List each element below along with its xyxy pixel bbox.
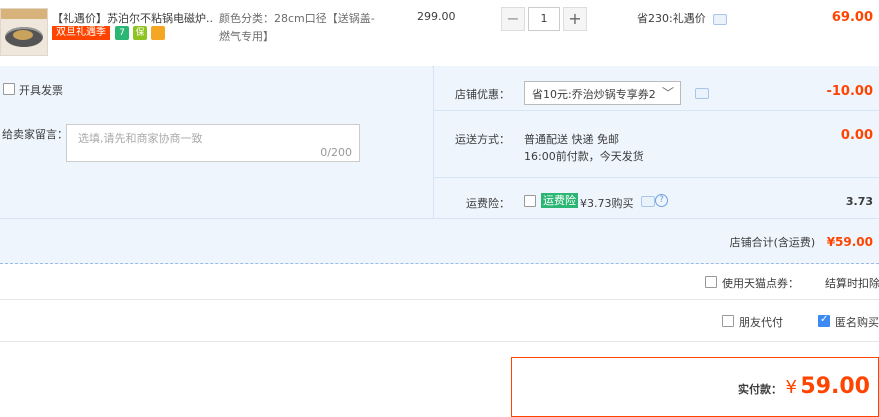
tmall-points-checkbox[interactable] (705, 276, 717, 288)
increase-quantity-button[interactable]: + (563, 7, 587, 31)
section-divider (0, 263, 879, 264)
help-icon[interactable]: ? (655, 194, 668, 207)
friend-pay-checkbox[interactable] (722, 315, 734, 327)
sku-info: 颜色分类：28cm口径【送锅盖- 燃气专用】 (219, 10, 389, 46)
invoice-label: 开具发票 (19, 84, 63, 97)
quantity-input[interactable]: 1 (528, 7, 560, 31)
card-icon (151, 26, 165, 40)
savings-text: 省230:礼遇价 (637, 12, 706, 25)
order-item-row: 【礼遇价】苏泊尔不粘锅电磁炉... 双旦礼遇季 7 保 颜色分类：28cm口径【… (0, 0, 879, 66)
chat-icon[interactable] (713, 13, 728, 25)
shipping-amount: 0.00 (840, 128, 873, 143)
promo-tag: 双旦礼遇季 (52, 26, 110, 40)
insurance-text: ¥3.73购买 (580, 197, 634, 210)
message-counter: 0/200 (320, 146, 352, 159)
anonymous-label: 匿名购买 (835, 316, 879, 329)
product-thumbnail[interactable] (0, 8, 48, 56)
shipping-note: 16:00前付款，今天发货 (524, 150, 644, 163)
shop-total-amount: ¥59.00 (826, 235, 873, 249)
item-subtotal: 69.00 (831, 10, 873, 25)
tmall-points-note: 结算时扣除 (825, 277, 879, 290)
currency-symbol: ¥ (785, 377, 797, 398)
shipping-method: 普通配送 快递 免邮 (524, 133, 619, 146)
shop-total: 店铺合计(含运费) ¥59.00 (690, 234, 873, 250)
sku-line-1: 颜色分类：28cm口径【送锅盖- (219, 12, 375, 25)
actual-pay-box: 实付款： ¥ 59.00 (511, 357, 879, 417)
message-label: 给卖家留言： (2, 128, 68, 141)
chevron-down-icon: ﹀ (661, 86, 674, 100)
product-title[interactable]: 【礼遇价】苏泊尔不粘锅电磁炉... (52, 10, 214, 26)
actual-pay-amount: 59.00 (800, 374, 870, 399)
shipping-label: 运送方式： (455, 133, 510, 146)
insurance-badge: 运费险 (541, 193, 578, 208)
shield-icon: 保 (133, 26, 147, 40)
savings-info: 省230:礼遇价 (637, 10, 728, 26)
shop-coupon-value: 省10元:乔治炒锅专享券2 (532, 88, 656, 101)
shop-coupon-label: 店铺优惠： (455, 88, 510, 101)
invoice-checkbox[interactable] (3, 83, 15, 95)
insurance-amount: 3.73 (845, 195, 873, 208)
actual-pay: 实付款： ¥ 59.00 (738, 374, 870, 399)
friend-pay-label: 朋友代付 (739, 316, 783, 329)
insurance-checkbox[interactable] (524, 195, 536, 207)
seven-days-return-icon: 7 (115, 26, 129, 40)
actual-pay-label: 实付款： (737, 383, 782, 396)
insurance-label: 运费险： (466, 197, 510, 210)
anonymous-checkbox[interactable] (818, 314, 830, 327)
shop-total-label: 店铺合计(含运费) (729, 236, 816, 249)
sku-line-2: 燃气专用】 (219, 30, 274, 43)
quantity-stepper: − 1 + (501, 7, 587, 31)
shop-coupon-select[interactable]: 省10元:乔治炒锅专享券2 ﹀ (524, 81, 681, 105)
coupon-chat-icon[interactable] (695, 88, 709, 99)
insurance-chat-icon[interactable] (641, 196, 655, 207)
decrease-quantity-button[interactable]: − (501, 7, 525, 31)
shop-coupon-amount: -10.00 (826, 84, 873, 99)
message-placeholder: 选填,请先和商家协商一致 (78, 132, 203, 145)
tmall-points-label: 使用天猫点券： (722, 277, 799, 290)
unit-price: 299.00 (417, 10, 456, 23)
seller-message-field[interactable]: 选填,请先和商家协商一致 0/200 (66, 124, 360, 162)
